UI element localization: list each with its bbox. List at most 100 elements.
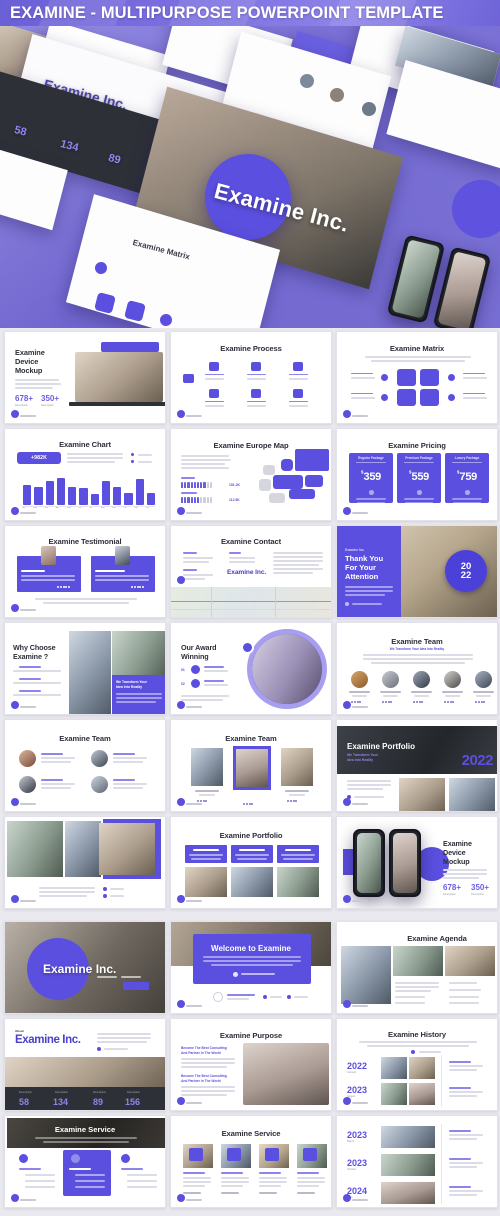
slide-logo-text [186, 706, 202, 708]
chart-x-tick: Feb [33, 507, 37, 509]
testimonial-avatar-0 [41, 546, 56, 565]
slide-welcome[interactable]: Welcome to Examine [170, 921, 332, 1014]
slide-portfolio-cards[interactable]: Examine Portfolio [170, 816, 332, 909]
slide-logo-text [186, 803, 202, 805]
testimonial-name-0 [21, 570, 45, 572]
chart-legend-dot-0 [131, 453, 135, 457]
slide-europe-map[interactable]: Examine Europe Map 151.2K 112.5K [170, 428, 332, 521]
award-item-icon-0 [191, 665, 200, 674]
purpose-item-1-line-1: Become The Best Consulting [181, 1074, 227, 1078]
pricing-title: Examine Pricing [388, 441, 446, 450]
slide-service-dark[interactable]: Examine Service [4, 1115, 166, 1208]
process-node-3 [293, 362, 303, 371]
pricing-card-2[interactable]: Luxury Package $759 [445, 453, 489, 503]
slide-examine-history-continued[interactable]: 2023 March 2023 October 2024 June [336, 1115, 498, 1208]
about-stat-caption-3: Description [127, 1091, 140, 1094]
history-b-caption-1: October [347, 1168, 357, 1171]
slide-portfolio-2022[interactable]: Examine Portfolio We Transform Your Idea… [336, 719, 498, 812]
service-light-icon-2 [265, 1148, 279, 1161]
slide-device-mockup-1[interactable]: Examine Device Mockup 678+ 350+ Descript… [4, 331, 166, 424]
gallery-photo-1 [65, 821, 101, 877]
pricing-card-0[interactable]: Regular Package $359 [349, 453, 393, 503]
welcome-panel [193, 934, 311, 984]
slide-service-light[interactable]: Examine Service [170, 1115, 332, 1208]
slide-logo-icon [343, 1000, 351, 1008]
team5-avatar-4 [475, 671, 492, 688]
chart-bar [68, 487, 77, 505]
europe-row2-label [181, 492, 197, 494]
slide-logo-text [186, 1005, 202, 1007]
slide-testimonial[interactable]: Examine Testimonial [4, 525, 166, 618]
history-b-photo-0 [381, 1126, 435, 1148]
slide-team-four[interactable]: Examine Team [4, 719, 166, 812]
thankyou-line-1: Thank You [345, 554, 384, 563]
service-light-price-1 [221, 1192, 239, 1194]
device-accent-bar [101, 342, 159, 352]
testimonial-rating-1 [131, 586, 145, 588]
slide-logo-icon [11, 507, 19, 515]
history-b-year-0: 2023 [347, 1130, 368, 1140]
device-stat-1: 678+ [15, 394, 34, 403]
history-b-photo-1 [381, 1154, 435, 1176]
slide-logo-text [352, 415, 368, 417]
about-stat-value-0: 58 [19, 1097, 30, 1107]
slide-team-five[interactable]: Examine Team We Transform Your Idea Into… [336, 622, 498, 715]
slide-device-mockup-2[interactable]: Examine Device Mockup 678+ 350+ Descript… [336, 816, 498, 909]
slide-thank-you[interactable]: Examine Inc. Thank You For Your Attentio… [336, 525, 498, 618]
slide-logo-icon [177, 1194, 185, 1202]
thankyou-year-bottom: 22 [460, 570, 472, 581]
matrix-connector-left-top [381, 374, 388, 381]
chart-x-tick: Mar [44, 507, 49, 509]
slide-about-examine-inc[interactable]: About Examine Inc. Description Descripti… [4, 1018, 166, 1111]
about-stat-caption-0: Description [19, 1091, 32, 1094]
team4-title: Examine Team [59, 734, 111, 743]
team5-subtitle: We Transform Your Idea Into Reality [389, 647, 445, 651]
cover-cta-button[interactable] [123, 982, 149, 990]
slide-team-three[interactable]: Examine Team [170, 719, 332, 812]
slide-row-3: Examine Testimonial Examine Contact Exam… [4, 525, 498, 618]
slide-logo-icon [177, 576, 185, 584]
process-start-node [183, 374, 194, 383]
chart-x-tick: Jun [78, 507, 82, 509]
team4-avatar-1 [91, 750, 108, 767]
slide-why-choose[interactable]: Why Choose Examine ? We Transform Your I… [4, 622, 166, 715]
service-light-price-2 [259, 1192, 277, 1194]
matrix-tile-3 [397, 389, 416, 406]
portfolio-title: Examine Portfolio [347, 742, 416, 751]
slide-logo-text [352, 1102, 368, 1104]
page-title: EXAMINE - MULTIPURPOSE POWERPOINT TEMPLA… [10, 4, 444, 22]
slide-examine-matrix[interactable]: Examine Matrix [336, 331, 498, 424]
device-laptop-photo [75, 352, 163, 402]
slide-examine-history[interactable]: Examine History 2022 January 2023 August [336, 1018, 498, 1111]
portfolio-thumb-1 [449, 778, 495, 811]
slide-logo-icon [343, 410, 351, 418]
slide-portfolio-gallery[interactable] [4, 816, 166, 909]
slide-logo-icon [11, 701, 19, 709]
slides-grid: Examine Device Mockup 678+ 350+ Descript… [0, 328, 500, 1216]
slide-examine-chart[interactable]: Examine Chart +982K Jan Feb Mar Apr May Jun Ju… [4, 428, 166, 521]
slide-examine-process[interactable]: Examine Process [170, 331, 332, 424]
slide-our-award[interactable]: Our Award Winning 01 02 [170, 622, 332, 715]
hero-team-avatar-1 [300, 74, 314, 88]
about-stat-value-1: 134 [53, 1097, 69, 1107]
slide-logo-icon [343, 1097, 351, 1105]
process-node-6 [293, 389, 303, 398]
template-preview-page: EXAMINE - MULTIPURPOSE POWERPOINT TEMPLA… [0, 0, 500, 1216]
slide-examine-pricing[interactable]: Examine Pricing Regular Package $359 Pre… [336, 428, 498, 521]
slide-examine-contact[interactable]: Examine Contact Examine Inc. [170, 525, 332, 618]
pricing-card-1[interactable]: Premium Package $559 [397, 453, 441, 503]
slide-row-1: Examine Device Mockup 678+ 350+ Descript… [4, 331, 498, 424]
slide-cover-examine-inc[interactable]: Examine Inc. [4, 921, 166, 1014]
pricing-price-0: 359 [363, 471, 382, 484]
pricing-price-2: 759 [459, 471, 478, 484]
contact-map[interactable] [171, 587, 331, 617]
process-node-4 [209, 389, 219, 398]
gallery-photo-2 [99, 823, 155, 875]
slide-logo-icon [11, 410, 19, 418]
device-laptop-base [69, 402, 165, 406]
slide-logo-icon [343, 1194, 351, 1202]
slide-examine-purpose[interactable]: Examine Purpose Become The Best Consulti… [170, 1018, 332, 1111]
gallery-photo-0 [7, 821, 63, 877]
slide-agenda[interactable]: Examine Agenda [336, 921, 498, 1014]
slide-logo-text [20, 415, 36, 417]
